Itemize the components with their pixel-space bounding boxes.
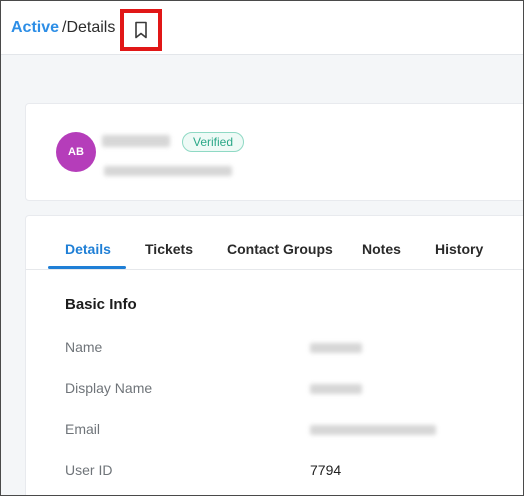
bookmark-icon bbox=[134, 21, 148, 39]
breadcrumb-current: /Details bbox=[62, 19, 116, 36]
page-header: Active /Details bbox=[1, 1, 523, 55]
bookmark-button[interactable] bbox=[120, 9, 162, 51]
profile-email-redacted bbox=[104, 166, 232, 176]
field-label-user-id: User ID bbox=[65, 462, 113, 478]
verified-badge: Verified bbox=[182, 132, 245, 152]
field-value-name-redacted bbox=[310, 343, 362, 353]
tab-contact-groups[interactable]: Contact Groups bbox=[227, 241, 333, 257]
active-tab-indicator bbox=[48, 266, 126, 269]
profile-card: AB Verified bbox=[25, 103, 523, 201]
tab-notes[interactable]: Notes bbox=[362, 241, 401, 257]
field-value-user-id: 7794 bbox=[310, 462, 342, 478]
field-value-email-redacted bbox=[310, 425, 436, 435]
field-label-name: Name bbox=[65, 339, 103, 355]
field-value-display-name-redacted bbox=[310, 384, 362, 394]
breadcrumb-active-link[interactable]: Active bbox=[11, 19, 59, 37]
app-window: Active /Details AB Verified Details Tick… bbox=[0, 0, 524, 496]
field-label-display-name: Display Name bbox=[65, 380, 153, 396]
field-label-email: Email bbox=[65, 421, 101, 437]
tab-history[interactable]: History bbox=[435, 241, 483, 257]
avatar-initials: AB bbox=[68, 146, 84, 158]
avatar: AB bbox=[56, 132, 96, 172]
tab-bar: Details Tickets Contact Groups Notes His… bbox=[26, 216, 523, 270]
tab-tickets[interactable]: Tickets bbox=[145, 241, 193, 257]
tab-details[interactable]: Details bbox=[65, 241, 111, 257]
section-title-basic-info: Basic Info bbox=[65, 296, 137, 313]
details-card: Details Tickets Contact Groups Notes His… bbox=[25, 215, 523, 495]
profile-name-redacted bbox=[102, 135, 170, 147]
